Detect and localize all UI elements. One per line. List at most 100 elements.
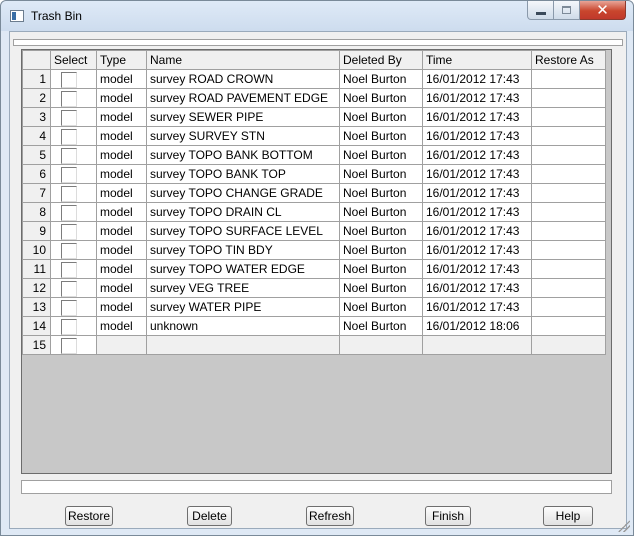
table-row[interactable]: 3 model survey SEWER PIPE Noel Burton 16/01/… — [22, 107, 606, 127]
cell-type: model — [96, 107, 147, 127]
column-header-time[interactable]: Time — [422, 50, 532, 70]
finish-button[interactable]: Finish — [425, 506, 471, 526]
table-row[interactable]: 8 model survey TOPO DRAIN CL Noel Burton 16/… — [22, 202, 606, 222]
select-checkbox[interactable] — [61, 261, 77, 278]
select-checkbox[interactable] — [61, 242, 77, 259]
column-header-name[interactable]: Name — [146, 50, 340, 70]
column-header-restore-as[interactable]: Restore As — [531, 50, 606, 70]
row-number: 12 — [22, 278, 51, 298]
select-checkbox[interactable] — [61, 71, 77, 88]
select-checkbox[interactable] — [61, 223, 77, 240]
window-controls: ✕ — [527, 1, 626, 21]
cell-type: model — [96, 202, 147, 222]
select-checkbox[interactable] — [61, 109, 77, 126]
row-number: 1 — [22, 69, 51, 89]
cell-name: survey TOPO SURFACE LEVEL — [146, 221, 340, 241]
select-checkbox[interactable] — [61, 128, 77, 145]
select-checkbox[interactable] — [61, 166, 77, 183]
help-button[interactable]: Help — [543, 506, 593, 526]
table-row[interactable]: 11 model survey TOPO WATER EDGE Noel Burton… — [22, 259, 606, 279]
cell-time: 16/01/2012 17:43 — [422, 88, 532, 108]
cell-deleted-by: Noel Burton — [339, 278, 423, 298]
column-header-deleted-by[interactable]: Deleted By — [339, 50, 423, 70]
select-checkbox[interactable] — [61, 147, 77, 164]
table-row[interactable]: 12 model survey VEG TREE Noel Burton 16/01/2… — [22, 278, 606, 298]
cell-deleted-by: Noel Burton — [339, 69, 423, 89]
resize-grip-icon[interactable] — [618, 520, 630, 532]
maximize-button[interactable] — [554, 1, 580, 20]
window-app-icon — [10, 10, 24, 22]
row-number: 4 — [22, 126, 51, 146]
select-checkbox[interactable] — [61, 90, 77, 107]
cell-time: 16/01/2012 17:43 — [422, 145, 532, 165]
title-bar[interactable]: Trash Bin ✕ — [1, 1, 633, 31]
column-header-type[interactable]: Type — [96, 50, 147, 70]
cell-name: survey TOPO TIN BDY — [146, 240, 340, 260]
select-checkbox[interactable] — [61, 185, 77, 202]
cell-restore-as[interactable] — [531, 69, 606, 89]
table-row[interactable]: 10 model survey TOPO TIN BDY Noel Burton 16/… — [22, 240, 606, 260]
table-row[interactable]: 7 model survey TOPO CHANGE GRADE Noel Burto… — [22, 183, 606, 203]
table-row[interactable]: 9 model survey TOPO SURFACE LEVEL Noel Burt… — [22, 221, 606, 241]
cell-time: 16/01/2012 17:43 — [422, 183, 532, 203]
row-number: 15 — [22, 335, 51, 355]
row-number: 2 — [22, 88, 51, 108]
cell-time — [422, 335, 532, 355]
cell-deleted-by: Noel Burton — [339, 183, 423, 203]
select-checkbox[interactable] — [61, 299, 77, 316]
cell-deleted-by: Noel Burton — [339, 259, 423, 279]
message-field[interactable] — [21, 480, 612, 494]
top-input-line[interactable] — [13, 39, 623, 46]
cell-restore-as[interactable] — [531, 335, 606, 355]
row-number: 10 — [22, 240, 51, 260]
cell-select — [50, 316, 97, 336]
select-checkbox[interactable] — [61, 204, 77, 221]
delete-button[interactable]: Delete — [187, 506, 232, 526]
select-checkbox[interactable] — [61, 280, 77, 297]
cell-name: survey ROAD CROWN — [146, 69, 340, 89]
cell-restore-as[interactable] — [531, 183, 606, 203]
table-row[interactable]: 4 model survey SURVEY STN Noel Burton 16/01/… — [22, 126, 606, 146]
table-row[interactable]: 2 model survey ROAD PAVEMENT EDGE Noel Burt… — [22, 88, 606, 108]
cell-restore-as[interactable] — [531, 145, 606, 165]
minimize-button[interactable] — [527, 1, 554, 20]
cell-select — [50, 240, 97, 260]
table-row[interactable]: 13 model survey WATER PIPE Noel Burton 16/01… — [22, 297, 606, 317]
restore-button[interactable]: Restore — [65, 506, 113, 526]
cell-select — [50, 107, 97, 127]
table-row[interactable]: 15 — [22, 335, 606, 355]
cell-restore-as[interactable] — [531, 202, 606, 222]
cell-restore-as[interactable] — [531, 240, 606, 260]
refresh-button[interactable]: Refresh — [306, 506, 354, 526]
cell-name: survey VEG TREE — [146, 278, 340, 298]
cell-restore-as[interactable] — [531, 221, 606, 241]
cell-select — [50, 278, 97, 298]
cell-restore-as[interactable] — [531, 278, 606, 298]
select-checkbox[interactable] — [61, 337, 77, 354]
trash-table-frame: Select Type Name Deleted By Time Restore… — [21, 49, 612, 490]
table-row[interactable]: 5 model survey TOPO BANK BOTTOM Noel Burton… — [22, 145, 606, 165]
cell-restore-as[interactable] — [531, 126, 606, 146]
cell-type: model — [96, 278, 147, 298]
cell-type: model — [96, 221, 147, 241]
table-row[interactable]: 1 model survey ROAD CROWN Noel Burton 16/01/… — [22, 69, 606, 89]
row-number: 9 — [22, 221, 51, 241]
row-number: 6 — [22, 164, 51, 184]
column-header-select[interactable]: Select — [50, 50, 97, 70]
cell-restore-as[interactable] — [531, 297, 606, 317]
table-row[interactable]: 14 model unknown Noel Burton 16/01/2012 18:0… — [22, 316, 606, 336]
cell-restore-as[interactable] — [531, 259, 606, 279]
table-row[interactable]: 6 model survey TOPO BANK TOP Noel Burton 16/… — [22, 164, 606, 184]
cell-select — [50, 126, 97, 146]
cell-restore-as[interactable] — [531, 107, 606, 127]
close-button[interactable]: ✕ — [580, 1, 626, 20]
cell-restore-as[interactable] — [531, 316, 606, 336]
window-title: Trash Bin — [31, 9, 82, 23]
select-checkbox[interactable] — [61, 318, 77, 335]
cell-type: model — [96, 69, 147, 89]
cell-select — [50, 297, 97, 317]
cell-type: model — [96, 88, 147, 108]
cell-name: survey TOPO WATER EDGE — [146, 259, 340, 279]
cell-restore-as[interactable] — [531, 164, 606, 184]
cell-restore-as[interactable] — [531, 88, 606, 108]
